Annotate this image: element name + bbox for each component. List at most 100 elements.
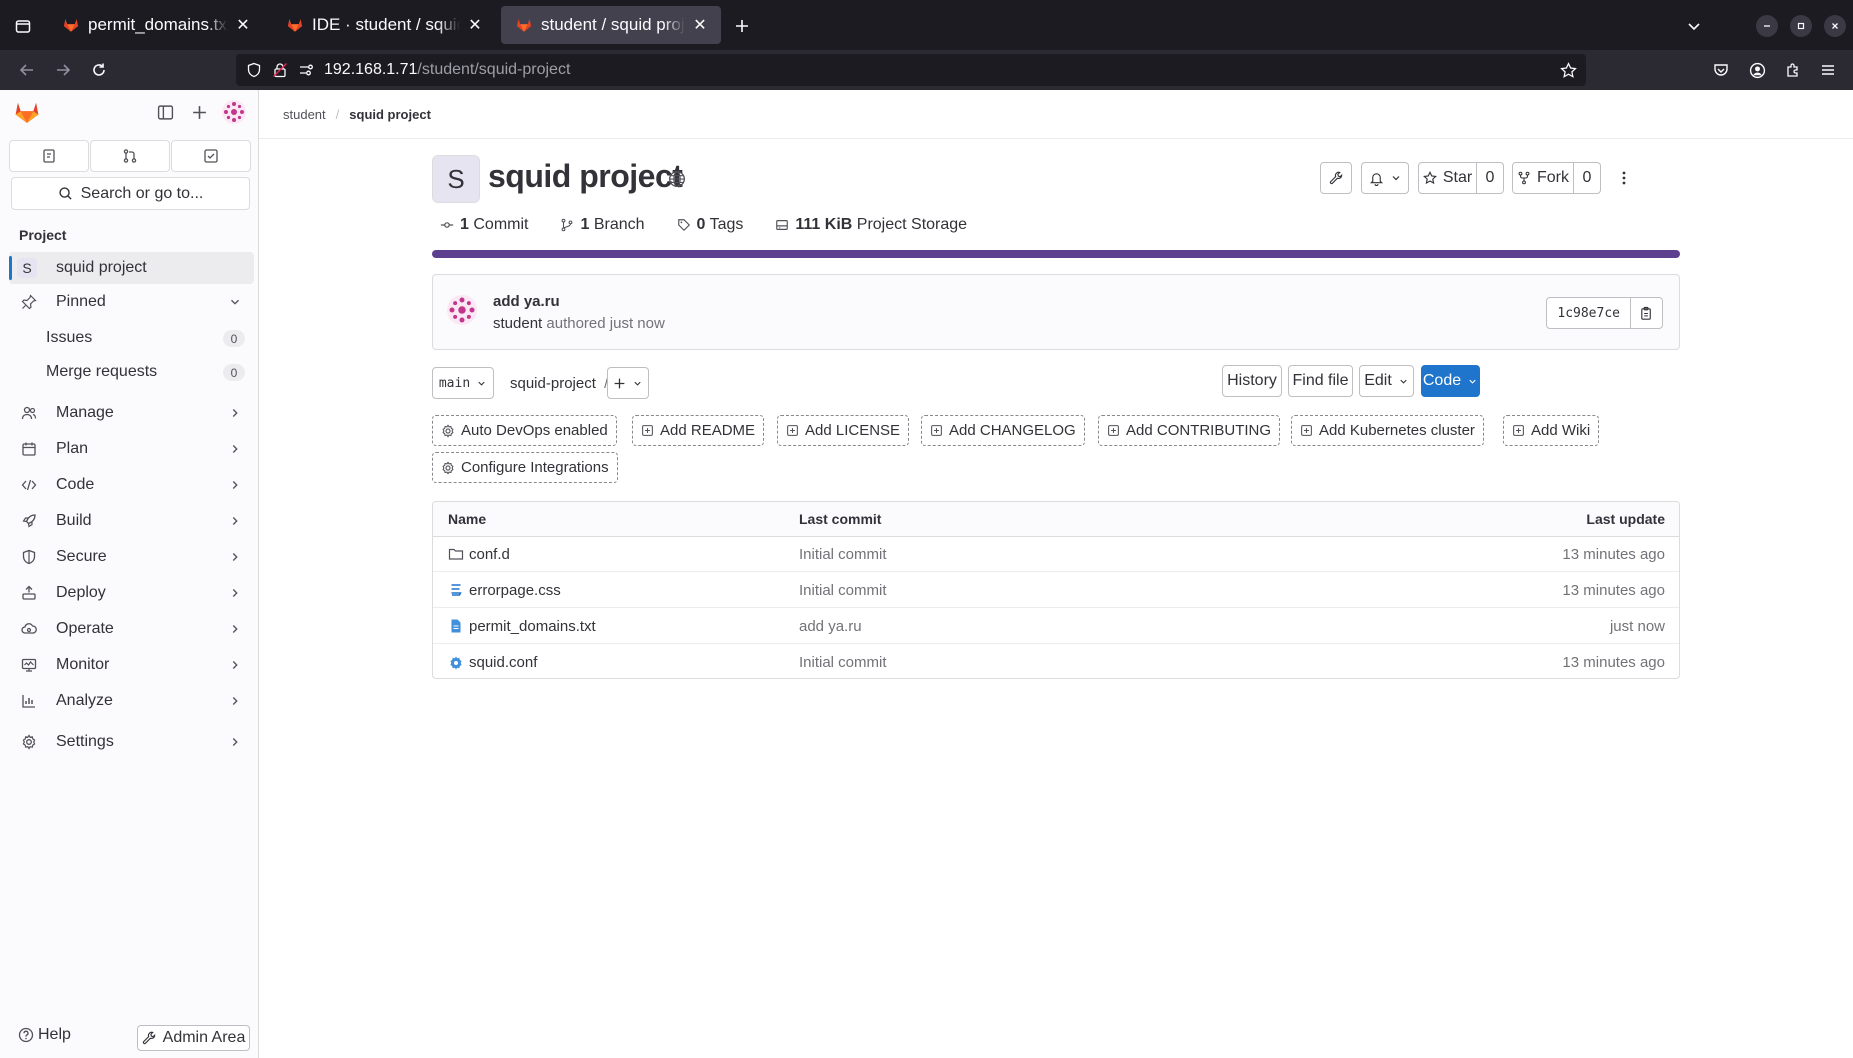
- sidebar-item-monitor[interactable]: Monitor: [9, 649, 254, 681]
- commit-author-avatar[interactable]: [447, 295, 477, 325]
- insecure-lock-icon[interactable]: [272, 62, 288, 78]
- app-menu-icon[interactable]: [1815, 58, 1841, 82]
- close-tab-icon[interactable]: ✕: [466, 15, 484, 35]
- commit-sha-button[interactable]: 1c98e7ce: [1546, 297, 1631, 329]
- sidebar-item-manage[interactable]: Manage: [9, 397, 254, 429]
- file-last-commit-link[interactable]: add ya.ru: [799, 609, 862, 643]
- tab-overflow-chevron-icon[interactable]: [1683, 15, 1705, 37]
- merge-requests-button[interactable]: [90, 140, 170, 172]
- sidebar-item-code[interactable]: Code: [9, 469, 254, 501]
- todo-list-button[interactable]: [171, 140, 251, 172]
- browser-tab-2[interactable]: IDE · student / squid project · GitLab ✕: [272, 6, 496, 44]
- file-name-link[interactable]: errorpage.css: [469, 582, 561, 599]
- sidebar-item-analyze[interactable]: Analyze: [9, 685, 254, 717]
- add-readme-button[interactable]: Add README: [632, 415, 765, 446]
- add-to-tree-dropdown[interactable]: [607, 367, 649, 399]
- admin-area-button[interactable]: Admin Area: [137, 1025, 250, 1051]
- repo-root-link[interactable]: squid-project: [510, 375, 596, 392]
- code-dropdown[interactable]: Code: [1421, 365, 1480, 397]
- file-last-commit-link[interactable]: Initial commit: [799, 537, 887, 571]
- notifications-dropdown[interactable]: [1361, 162, 1409, 194]
- branches-stat-link[interactable]: 1 Branch: [560, 216, 645, 234]
- new-tab-icon[interactable]: [728, 12, 756, 40]
- sidebar-item-build[interactable]: Build: [9, 505, 254, 537]
- breadcrumb-parent-link[interactable]: student: [283, 107, 326, 122]
- sidebar-item-settings[interactable]: Settings: [9, 726, 254, 758]
- breadcrumb-current[interactable]: squid project: [349, 107, 431, 122]
- reload-icon[interactable]: [86, 58, 112, 82]
- user-avatar[interactable]: [222, 100, 246, 124]
- fork-count[interactable]: 0: [1574, 162, 1601, 194]
- file-last-commit-link[interactable]: Initial commit: [799, 645, 887, 678]
- collapse-sidebar-icon[interactable]: [157, 104, 174, 121]
- forward-arrow-icon[interactable]: [50, 58, 76, 82]
- page-permissions-icon[interactable]: [298, 62, 314, 78]
- commit-title-link[interactable]: add ya.ru: [493, 293, 560, 310]
- sidebar-item-operate[interactable]: Operate: [9, 613, 254, 645]
- sidebar-item-secure[interactable]: Secure: [9, 541, 254, 573]
- table-row[interactable]: conf.d Initial commit 13 minutes ago: [433, 537, 1679, 572]
- search-button[interactable]: Search or go to...: [11, 177, 250, 210]
- file-name-link[interactable]: squid.conf: [469, 654, 537, 671]
- minimize-window-icon[interactable]: [1756, 15, 1778, 37]
- storage-stat-link[interactable]: 111 KiB Project Storage: [775, 216, 967, 234]
- add-kubernetes-cluster-button[interactable]: Add Kubernetes cluster: [1291, 415, 1484, 446]
- restore-window-icon[interactable]: [1790, 15, 1812, 37]
- sidebar-item-issues[interactable]: Issues 0: [9, 322, 254, 354]
- browser-tab-1[interactable]: permit_domains.txt · main · student / sq…: [48, 6, 264, 44]
- gitlab-logo-icon[interactable]: [14, 100, 40, 124]
- find-file-button[interactable]: Find file: [1288, 365, 1353, 397]
- history-button[interactable]: History: [1222, 365, 1282, 397]
- sidebar-item-pinned[interactable]: Pinned: [9, 286, 254, 318]
- file-name-link[interactable]: permit_domains.txt: [469, 618, 596, 635]
- commit-author-link[interactable]: student: [493, 315, 542, 332]
- address-bar[interactable]: 192.168.1.71/student/squid-project: [236, 54, 1586, 86]
- file-last-update: just now: [1609, 617, 1665, 635]
- table-row[interactable]: errorpage.css Initial commit 13 minutes …: [433, 573, 1679, 608]
- breadcrumb-separator: /: [335, 107, 340, 122]
- add-contributing-button[interactable]: Add CONTRIBUTING: [1098, 415, 1281, 446]
- help-button[interactable]: Help: [18, 1026, 71, 1044]
- create-new-plus-icon[interactable]: [191, 104, 208, 121]
- tab-list-icon[interactable]: [10, 14, 36, 38]
- auto-devops-button[interactable]: Auto DevOps enabled: [432, 415, 617, 446]
- sidebar-item-deploy[interactable]: Deploy: [9, 577, 254, 609]
- project-avatar: S: [432, 155, 480, 203]
- project-settings-button[interactable]: [1320, 162, 1352, 194]
- tags-stat-link[interactable]: 0 Tags: [677, 216, 743, 234]
- browser-tab-3[interactable]: student / squid project · GitLab ✕: [501, 6, 721, 44]
- edit-dropdown[interactable]: Edit: [1359, 365, 1414, 397]
- add-wiki-button[interactable]: Add Wiki: [1503, 415, 1600, 446]
- close-tab-icon[interactable]: ✕: [691, 15, 709, 35]
- close-tab-icon[interactable]: ✕: [234, 15, 252, 35]
- sidebar-item-project[interactable]: S squid project: [9, 252, 254, 284]
- extensions-puzzle-icon[interactable]: [1780, 58, 1806, 82]
- add-changelog-button[interactable]: Add CHANGELOG: [921, 415, 1085, 446]
- branch-selector[interactable]: main: [432, 367, 494, 399]
- users-icon: [19, 403, 39, 423]
- fork-button[interactable]: Fork: [1512, 162, 1574, 194]
- copy-sha-button[interactable]: [1630, 297, 1663, 329]
- table-row[interactable]: squid.conf Initial commit 13 minutes ago: [433, 645, 1679, 678]
- fork-icon: [1518, 171, 1530, 185]
- file-last-commit-link[interactable]: Initial commit: [799, 573, 887, 607]
- account-icon[interactable]: [1744, 58, 1770, 82]
- sidebar-item-merge-requests[interactable]: Merge requests 0: [9, 356, 254, 388]
- add-license-button[interactable]: Add LICENSE: [777, 415, 910, 446]
- more-actions-kebab-icon[interactable]: [1612, 166, 1636, 190]
- star-button[interactable]: Star: [1418, 162, 1477, 194]
- bell-icon: [1369, 172, 1383, 186]
- repository-languages-bar[interactable]: [432, 250, 1680, 258]
- close-window-icon[interactable]: [1824, 15, 1846, 37]
- file-name-link[interactable]: conf.d: [469, 546, 510, 563]
- tracking-shield-icon[interactable]: [246, 62, 262, 78]
- configure-integrations-button[interactable]: Configure Integrations: [432, 452, 618, 483]
- back-arrow-icon[interactable]: [14, 58, 40, 82]
- bookmark-star-icon[interactable]: [1560, 62, 1577, 79]
- pocket-icon[interactable]: [1708, 58, 1734, 82]
- star-count[interactable]: 0: [1477, 162, 1504, 194]
- commits-stat-link[interactable]: 1 Commit: [440, 216, 528, 234]
- table-row[interactable]: permit_domains.txt add ya.ru just now: [433, 609, 1679, 644]
- sidebar-item-plan[interactable]: Plan: [9, 433, 254, 465]
- assigned-issues-button[interactable]: [9, 140, 89, 172]
